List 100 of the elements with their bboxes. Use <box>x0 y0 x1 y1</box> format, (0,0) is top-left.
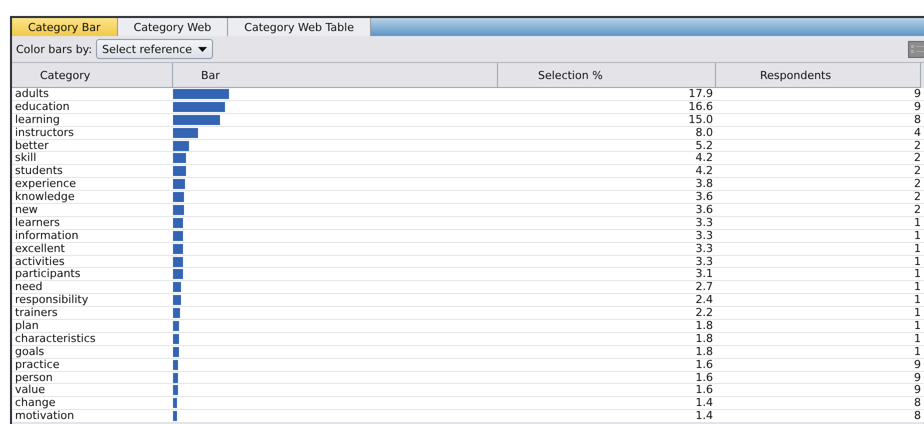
respondents-cell-text: 1 <box>913 268 921 280</box>
selection-cell-text: 1.8 <box>694 332 714 345</box>
respondents-cell-text: 1 <box>913 320 921 332</box>
selection-cell-text: 17.9 <box>688 88 714 100</box>
selection-cell-text: 3.3 <box>694 242 714 255</box>
respondents-cell-text: 1 <box>913 216 921 229</box>
category-cell-text: adults <box>14 88 50 100</box>
respondents-cell-text: 9 <box>913 88 921 100</box>
selection-bar <box>173 360 178 370</box>
selection-bar <box>173 334 179 344</box>
selection-cell-text: 15.0 <box>688 114 714 126</box>
respondents-cell-text: 1 <box>913 256 921 268</box>
respondents-cell-text: 8 <box>913 410 921 422</box>
selection-cell-text: 2.2 <box>694 307 714 320</box>
respondents-cell-text: 1 <box>913 346 921 358</box>
category-cell-text: students <box>14 165 64 178</box>
category-cell-text: participants <box>14 268 82 280</box>
category-cell-text: knowledge <box>14 191 76 204</box>
category-cell-text: excellent <box>14 242 66 255</box>
selection-bar <box>173 114 220 125</box>
selection-cell-text: 4.2 <box>694 152 714 164</box>
tab[interactable]: Category Web Table <box>228 18 371 36</box>
category-cell-text: value <box>14 384 46 396</box>
selection-bar <box>173 128 198 138</box>
category-cell-text: change <box>14 397 56 410</box>
selection-bar <box>173 218 184 228</box>
tab[interactable]: Category Bar <box>12 18 118 36</box>
selection-bar <box>173 372 178 383</box>
selection-bar <box>173 308 180 318</box>
selection-cell-text: 3.6 <box>694 204 714 216</box>
respondents-cell-text: 1 <box>913 242 921 255</box>
selection-cell-text: 3.3 <box>694 256 714 268</box>
color-bars-label: Color bars by: <box>16 42 92 56</box>
selection-cell-text: 3.3 <box>694 230 714 242</box>
respondents-cell-text: 9 <box>913 100 921 113</box>
respondents-cell-text: 8 <box>913 114 921 126</box>
selection-bar <box>173 205 184 216</box>
category-cell-text: person <box>14 372 54 384</box>
selection-bar <box>173 244 184 254</box>
respondents-cell-text: 8 <box>913 397 921 410</box>
respondents-cell-text: 2 <box>913 165 921 178</box>
selection-cell-text: 1.8 <box>694 320 714 332</box>
column-header[interactable]: Bar <box>173 63 498 88</box>
selection-bar <box>173 179 185 190</box>
selection-cell-text: 1.4 <box>694 397 714 410</box>
respondents-cell-text: 4 <box>913 126 921 139</box>
category-cell-text: information <box>14 230 80 242</box>
respondents-cell-text: 2 <box>913 140 921 152</box>
selection-cell-text: 16.6 <box>688 100 714 113</box>
category-cell-text: trainers <box>14 307 59 320</box>
category-cell-text: skill <box>14 152 38 164</box>
selection-bar <box>173 89 230 99</box>
selection-cell-text: 2.4 <box>694 294 714 306</box>
category-cell-text: learning <box>14 114 61 126</box>
selection-cell-text: 3.1 <box>694 268 714 280</box>
respondents-cell-text: 1 <box>913 230 921 242</box>
selection-cell-text: 8.0 <box>694 126 714 139</box>
selection-bar <box>173 411 178 422</box>
respondents-cell-text: 1 <box>913 281 921 294</box>
column-header[interactable]: Respondents <box>716 63 921 88</box>
respondents-cell-text: 2 <box>913 178 921 190</box>
column-header[interactable]: Category <box>12 63 173 88</box>
category-cell-text: learners <box>14 216 61 229</box>
category-cell-text: characteristics <box>14 332 97 345</box>
category-cell-text: plan <box>14 320 40 332</box>
selection-bar <box>173 230 184 241</box>
category-cell-text: activities <box>14 256 66 268</box>
selection-cell-text: 1.4 <box>694 410 714 422</box>
selection-cell-text: 1.6 <box>694 384 714 396</box>
caret-icon <box>198 46 208 52</box>
category-cell-text: need <box>14 281 44 294</box>
selection-cell-text: 1.6 <box>694 358 714 371</box>
selection-bar <box>173 166 186 176</box>
category-cell-text: motivation <box>14 410 76 422</box>
respondents-cell-text: 2 <box>913 152 921 164</box>
selection-bar <box>173 256 184 267</box>
category-cell-text: instructors <box>14 126 75 139</box>
respondents-cell-text: 9 <box>913 358 921 371</box>
list-view-icon[interactable] <box>908 40 924 58</box>
respondents-cell-text: 2 <box>913 191 921 204</box>
category-cell-text: better <box>14 140 50 152</box>
category-cell-text: responsibility <box>14 294 90 306</box>
selection-bar <box>173 346 179 357</box>
selection-bar <box>173 282 182 292</box>
column-header[interactable]: Selection % <box>498 63 716 88</box>
respondents-cell-text: 9 <box>913 384 921 396</box>
tab[interactable]: Category Web <box>118 18 228 36</box>
respondents-cell-text: 1 <box>913 307 921 320</box>
selection-bar <box>173 398 178 408</box>
selection-bar <box>173 321 179 332</box>
selection-cell-text: 5.2 <box>694 140 714 152</box>
category-cell-text: new <box>14 204 39 216</box>
selection-cell-text: 1.6 <box>694 372 714 384</box>
selection-cell-text: 3.8 <box>694 178 714 190</box>
selection-cell-text: 4.2 <box>694 165 714 178</box>
selection-cell-text: 3.3 <box>694 216 714 229</box>
category-cell-text: practice <box>14 358 60 371</box>
category-cell-text: education <box>14 100 71 113</box>
reference-dropdown[interactable]: Select reference <box>96 39 214 59</box>
selection-bar <box>173 153 186 164</box>
